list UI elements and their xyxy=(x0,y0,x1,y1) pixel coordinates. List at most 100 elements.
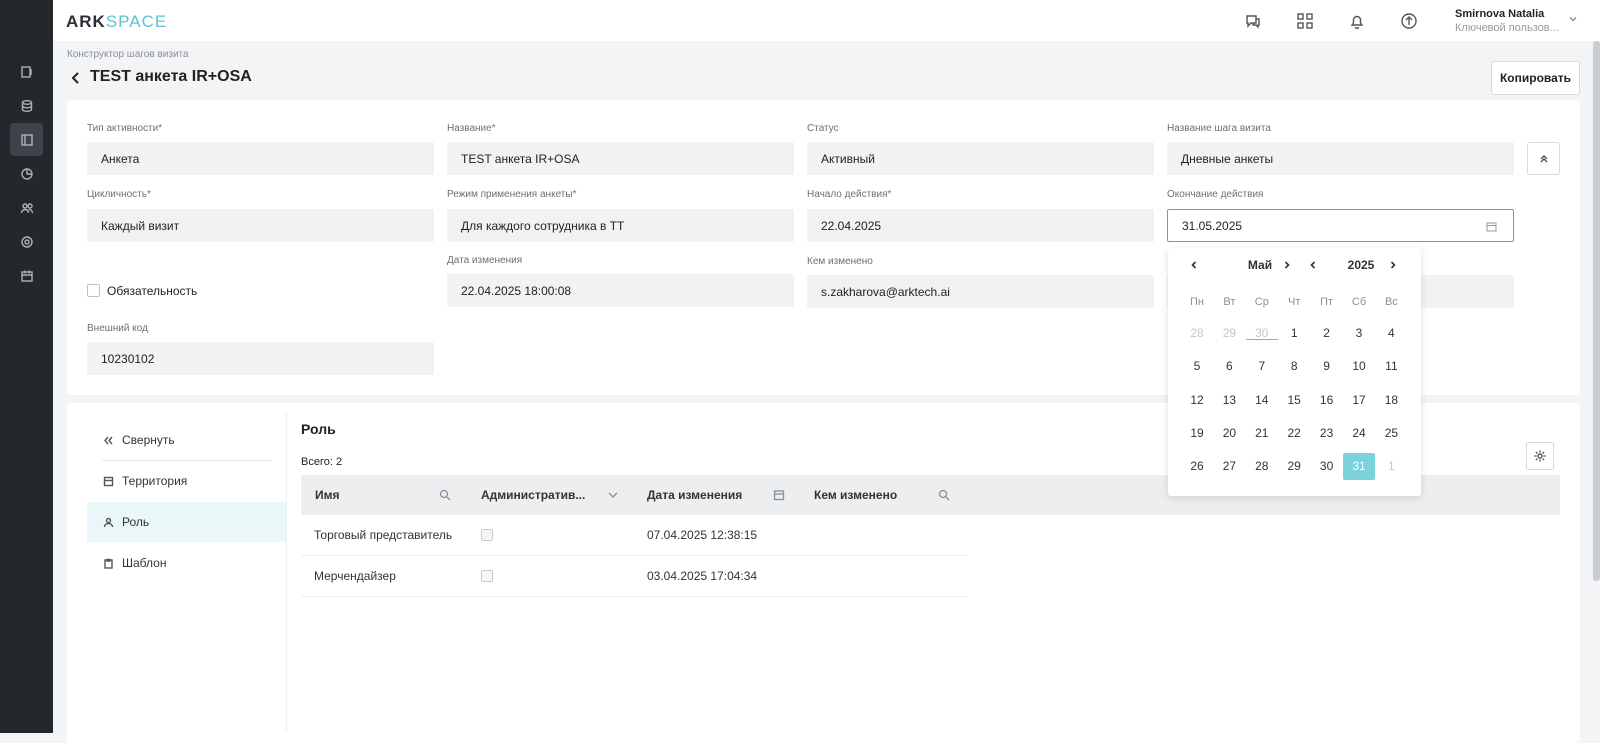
end-date-field[interactable]: 31.05.2025 xyxy=(1167,209,1514,242)
date-picker-popup: Май 2025 Пн Вт Ср Чт Пт Сб Вс 28 29 30 1 2 3 4 5 6 7 8 9 10… xyxy=(1168,248,1421,496)
calendar-day[interactable]: 9 xyxy=(1311,353,1343,380)
changed-date-label: Дата изменения xyxy=(447,255,523,266)
calendar-day[interactable]: 1 xyxy=(1375,453,1407,480)
calendar-day[interactable]: 29 xyxy=(1213,320,1245,347)
table-row[interactable]: Торговый представитель 07.04.2025 12:38:… xyxy=(301,515,967,556)
calendar-day[interactable]: 22 xyxy=(1278,420,1310,447)
calendar-day[interactable]: 10 xyxy=(1343,353,1375,380)
step-name-field[interactable]: Дневные анкеты xyxy=(1167,142,1514,175)
sidebar-calendar-icon[interactable] xyxy=(10,259,43,292)
calendar-day[interactable]: 8 xyxy=(1278,353,1310,380)
col-name-header[interactable]: Имя xyxy=(315,488,340,502)
changed-date-field: 22.04.2025 18:00:08 xyxy=(447,274,794,307)
calendar-day[interactable]: 15 xyxy=(1278,387,1310,414)
search-icon[interactable] xyxy=(439,489,451,504)
calendar-day[interactable]: 12 xyxy=(1181,387,1213,414)
nav-item-role[interactable]: Роль xyxy=(87,502,286,542)
calendar-day[interactable]: 6 xyxy=(1213,353,1245,380)
section-title: Роль xyxy=(301,421,336,437)
collapse-form-button[interactable] xyxy=(1527,142,1560,175)
start-date-field[interactable]: 22.04.2025 xyxy=(807,209,1154,242)
nav-item-label: Территория xyxy=(122,474,188,488)
nav-item-template[interactable]: Шаблон xyxy=(87,543,286,583)
year-label[interactable]: 2025 xyxy=(1336,258,1386,272)
prev-year-icon[interactable] xyxy=(1306,258,1320,272)
calendar-day[interactable]: 31 xyxy=(1343,453,1375,481)
status-field[interactable]: Активный xyxy=(807,142,1154,175)
name-field[interactable]: TEST анкета IR+OSA xyxy=(447,142,794,175)
gear-icon xyxy=(1534,450,1546,462)
calendar-day[interactable]: 19 xyxy=(1181,420,1213,447)
chevron-down-icon[interactable] xyxy=(607,489,619,504)
nav-item-label: Шаблон xyxy=(122,556,167,570)
calendar-day[interactable]: 28 xyxy=(1181,320,1213,347)
calendar-day[interactable]: 30 xyxy=(1311,453,1343,480)
calendar-day[interactable]: 1 xyxy=(1278,320,1310,347)
double-chevron-left-icon xyxy=(103,436,113,444)
calendar-day[interactable]: 27 xyxy=(1213,453,1245,480)
user-name: Smirnova Natalia xyxy=(1455,8,1545,20)
support-chat-icon[interactable] xyxy=(1243,11,1263,31)
calendar-day[interactable]: 20 xyxy=(1213,420,1245,447)
col-changed-by-header[interactable]: Кем изменено xyxy=(814,488,897,502)
row-admin-checkbox[interactable] xyxy=(481,570,493,582)
sidebar-constructor-icon[interactable] xyxy=(10,123,43,156)
nav-item-label: Роль xyxy=(122,515,150,529)
collapse-nav-button[interactable]: Свернуть xyxy=(87,420,286,460)
sidebar-settings-icon[interactable] xyxy=(10,225,43,258)
apps-grid-icon[interactable] xyxy=(1295,11,1315,31)
sync-icon[interactable] xyxy=(1399,11,1419,31)
calendar-day[interactable]: 25 xyxy=(1375,420,1407,447)
calendar-day[interactable]: 11 xyxy=(1375,353,1407,380)
calendar-icon[interactable] xyxy=(1486,221,1497,232)
calendar-day[interactable]: 30 xyxy=(1245,326,1278,340)
activity-type-field[interactable]: Анкета xyxy=(87,142,434,175)
user-menu[interactable]: Smirnova Natalia Ключевой пользов... xyxy=(1455,8,1565,34)
calendar-day[interactable]: 28 xyxy=(1246,453,1278,480)
table-settings-button[interactable] xyxy=(1526,442,1554,470)
calendar-day[interactable]: 16 xyxy=(1311,387,1343,414)
page-title: TEST анкета IR+OSA xyxy=(90,68,252,85)
calendar-day[interactable]: 14 xyxy=(1246,387,1278,414)
calendar-day[interactable]: 17 xyxy=(1343,387,1375,414)
calendar-day[interactable]: 24 xyxy=(1343,420,1375,447)
nav-item-territory[interactable]: Территория xyxy=(87,461,286,501)
col-date-header[interactable]: Дата изменения xyxy=(647,488,742,502)
calendar-day[interactable]: 2 xyxy=(1311,320,1343,347)
notifications-bell-icon[interactable] xyxy=(1347,11,1367,31)
user-chevron-down-icon[interactable] xyxy=(1568,14,1578,24)
mandatory-checkbox[interactable] xyxy=(87,284,100,297)
top-bar: ARKSPACE Smirnova Natalia Ключевой польз… xyxy=(53,0,1600,41)
back-arrow-icon[interactable] xyxy=(70,71,82,85)
prev-month-icon[interactable] xyxy=(1187,258,1201,272)
calendar-day[interactable]: 4 xyxy=(1375,320,1407,347)
calendar-day[interactable]: 18 xyxy=(1375,387,1407,414)
sidebar-reports-icon[interactable] xyxy=(10,157,43,190)
external-code-field[interactable]: 10230102 xyxy=(87,342,434,375)
cyclicity-field[interactable]: Каждый визит xyxy=(87,209,434,242)
app-logo[interactable]: ARKSPACE xyxy=(66,12,167,32)
sidebar-visits-icon[interactable] xyxy=(10,55,43,88)
search-icon[interactable] xyxy=(938,489,950,504)
mode-field[interactable]: Для каждого сотрудника в ТТ xyxy=(447,209,794,242)
calendar-day[interactable]: 26 xyxy=(1181,453,1213,480)
calendar-icon[interactable] xyxy=(773,489,785,504)
row-admin-checkbox[interactable] xyxy=(481,529,493,541)
calendar-day[interactable]: 5 xyxy=(1181,353,1213,380)
table-row[interactable]: Мерчендайзер 03.04.2025 17:04:34 xyxy=(301,556,967,597)
sidebar-users-icon[interactable] xyxy=(10,191,43,224)
next-month-icon[interactable] xyxy=(1280,258,1294,272)
next-year-icon[interactable] xyxy=(1386,258,1400,272)
calendar-day[interactable]: 7 xyxy=(1246,353,1278,380)
calendar-day[interactable]: 13 xyxy=(1213,387,1245,414)
breadcrumb[interactable]: Конструктор шагов визита xyxy=(67,49,189,60)
start-date-label: Начало действия* xyxy=(807,189,892,200)
copy-button[interactable]: Копировать xyxy=(1491,61,1580,95)
calendar-day[interactable]: 21 xyxy=(1246,420,1278,447)
calendar-day[interactable]: 29 xyxy=(1278,453,1310,480)
calendar-day[interactable]: 23 xyxy=(1311,420,1343,447)
sidebar-database-icon[interactable] xyxy=(10,89,43,122)
calendar-day[interactable]: 3 xyxy=(1343,320,1375,347)
col-admin-header[interactable]: Административ... xyxy=(481,488,585,502)
page-scrollbar[interactable] xyxy=(1593,41,1600,581)
